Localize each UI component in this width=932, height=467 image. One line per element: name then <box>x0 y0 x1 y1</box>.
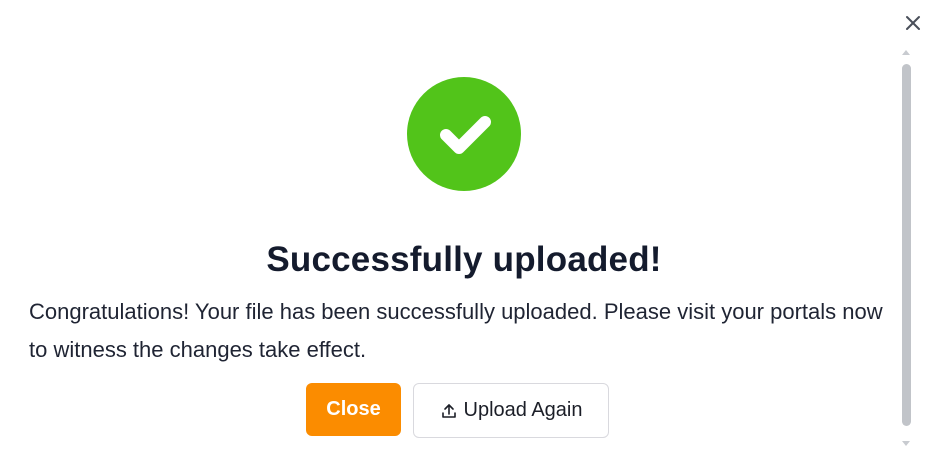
close-button-label: Close <box>326 398 381 420</box>
check-circle-icon <box>407 77 521 191</box>
scroll-down-arrow[interactable] <box>902 441 910 446</box>
scroll-up-arrow[interactable] <box>902 50 910 55</box>
close-button[interactable]: Close <box>306 383 401 436</box>
upload-again-button[interactable]: Upload Again <box>413 383 609 438</box>
dialog-title: Successfully uploaded! <box>266 240 662 279</box>
close-icon[interactable] <box>903 13 923 33</box>
dialog-message: Congratulations! Your file has been succ… <box>29 299 883 362</box>
upload-success-dialog: Successfully uploaded! Congratulations! … <box>0 0 932 467</box>
upload-icon <box>440 402 458 420</box>
upload-again-button-label: Upload Again <box>463 399 583 421</box>
